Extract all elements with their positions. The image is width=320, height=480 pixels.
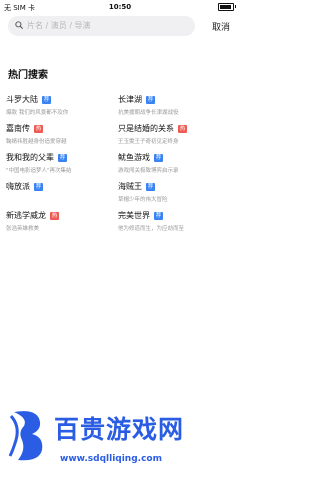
hot-search-desc: 张浩英雄救美 [6, 226, 40, 232]
hot-search-title: 只是结婚的关系 [118, 124, 174, 133]
hot-search-title-row: 嘉南传热 [6, 123, 118, 134]
hot-search-title-row: 嗨放派荐 [6, 181, 118, 192]
hot-search-title-row: 鱿鱼游戏荐 [118, 152, 230, 163]
hot-search-desc: "中国电影追梦人"再次集结 [6, 168, 72, 174]
section-title: 热门搜索 [8, 70, 48, 81]
recommend-badge: 荐 [34, 182, 43, 191]
recommend-badge: 荐 [58, 153, 67, 162]
hot-search-title: 嘉南传 [6, 124, 30, 133]
hot-search-item[interactable]: 鱿鱼游戏荐游戏闯关极致博弈启示录 [118, 152, 230, 176]
hot-search-title-row: 完美世界荐 [118, 210, 230, 221]
hot-search-title-row: 长津湖荐 [118, 94, 230, 105]
hot-search-title-row: 新逃学威龙热 [6, 210, 118, 221]
hot-search-desc: 王玉雯王子奇初见定终身 [118, 139, 179, 145]
hot-search-title-row: 只是结婚的关系热 [118, 123, 230, 134]
search-icon [15, 21, 23, 29]
hot-search-title: 长津湖 [118, 95, 142, 104]
hot-search-desc: 草帽少年的伟大冒险 [118, 197, 168, 203]
recommend-badge: 荐 [154, 153, 163, 162]
watermark: 百贵游戏网 www.sdqlliqing.com [0, 398, 240, 478]
hot-search-title-row: 海贼王荐 [118, 181, 230, 192]
clock: 10:50 [108, 3, 132, 11]
hot-search-desc: 鞠婧祎胜越身份追爱穿越 [6, 139, 67, 145]
hot-search-title: 斗罗大陆 [6, 95, 38, 104]
hot-search-desc: 抗美援朝战争长津湖战役 [118, 110, 179, 116]
recommend-badge: 荐 [154, 211, 163, 220]
hot-search-item[interactable]: 我和我的父辈荐 "中国电影追梦人"再次集结 [6, 152, 118, 176]
hot-search-item[interactable]: 嘉南传热鞠婧祎胜越身份追爱穿越 [6, 123, 118, 147]
hot-search-desc: 他为修道而生，为应劫而至 [118, 226, 185, 232]
hot-search-title: 完美世界 [118, 211, 150, 220]
hot-badge: 热 [178, 124, 187, 133]
search-bar: 取消 [0, 16, 240, 38]
hot-search-item[interactable]: 完美世界荐他为修道而生，为应劫而至 [118, 210, 230, 234]
watermark-text: 百贵游戏网 [54, 415, 185, 444]
search-input[interactable] [27, 16, 187, 36]
hot-search-title: 新逃学威龙 [6, 211, 46, 220]
hot-search-item[interactable]: 长津湖荐抗美援朝战争长津湖战役 [118, 94, 230, 118]
hot-badge: 热 [50, 211, 59, 220]
cancel-button[interactable]: 取消 [212, 20, 230, 33]
watermark-logo-icon [8, 411, 43, 461]
hot-search-title: 鱿鱼游戏 [118, 153, 150, 162]
hot-search-item[interactable]: 只是结婚的关系热王玉雯王子奇初见定终身 [118, 123, 230, 147]
hot-search-title: 海贼王 [118, 182, 142, 191]
hot-badge: 热 [34, 124, 43, 133]
recommend-badge: 荐 [146, 95, 155, 104]
watermark-url: www.sdqlliqing.com [60, 454, 162, 464]
recommend-badge: 荐 [42, 95, 51, 104]
hot-search-item[interactable]: 嗨放派荐 [6, 181, 118, 205]
hot-search-title-row: 斗罗大陆荐 [6, 94, 118, 105]
hot-search-title: 嗨放派 [6, 182, 30, 191]
recommend-badge: 荐 [146, 182, 155, 191]
search-box[interactable] [8, 16, 195, 36]
hot-search-desc: 爆款 我们的风景都不及你 [6, 110, 69, 116]
hot-search-desc: 游戏闯关极致博弈启示录 [118, 168, 179, 174]
hot-search-item[interactable]: 斗罗大陆荐爆款 我们的风景都不及你 [6, 94, 118, 118]
hot-search-item[interactable]: 新逃学威龙热张浩英雄救美 [6, 210, 118, 234]
battery-icon [218, 3, 236, 11]
hot-search-title: 我和我的父辈 [6, 153, 54, 162]
hot-search-title-row: 我和我的父辈荐 [6, 152, 118, 163]
hot-search-item[interactable]: 海贼王荐草帽少年的伟大冒险 [118, 181, 230, 205]
status-bar: 无 SIM 卡 10:50 [0, 0, 240, 14]
